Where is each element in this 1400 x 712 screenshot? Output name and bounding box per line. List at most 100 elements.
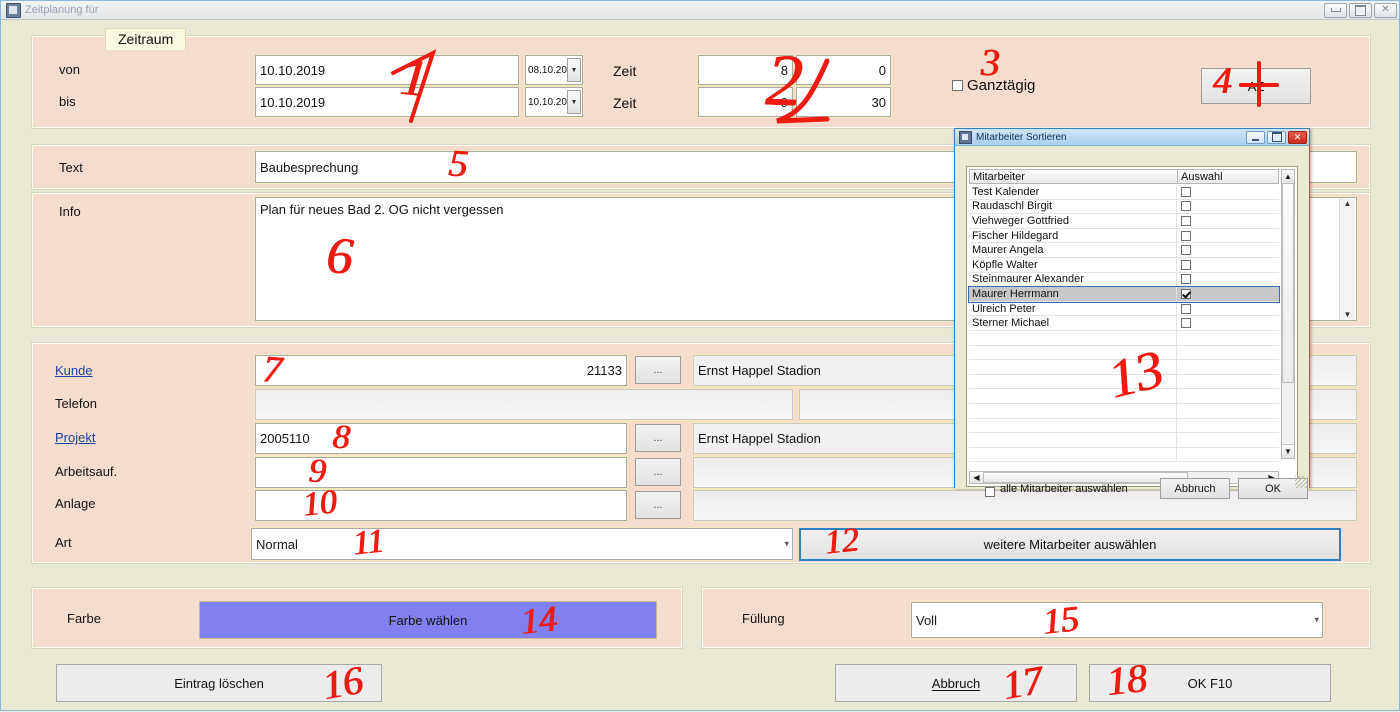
projekt-number-input[interactable]: 2005110 bbox=[254, 422, 628, 455]
projekt-browse-button[interactable]: ... bbox=[635, 424, 681, 452]
anlage-input[interactable] bbox=[254, 489, 628, 522]
scroll-left-icon[interactable]: ◀ bbox=[970, 472, 983, 483]
table-row[interactable]: Viehweger Gottfried bbox=[969, 214, 1279, 229]
link-projekt[interactable]: Projekt bbox=[55, 430, 95, 445]
chevron-down-icon[interactable]: ▼ bbox=[567, 58, 581, 82]
table-row-empty[interactable] bbox=[969, 374, 1279, 390]
vscroll-thumb[interactable] bbox=[1282, 183, 1294, 383]
delete-entry-button[interactable]: Eintrag löschen bbox=[56, 664, 382, 702]
table-row-empty[interactable] bbox=[969, 447, 1279, 463]
date-to-picker[interactable]: 10.10.201 ▼ bbox=[524, 86, 584, 118]
table-row-empty[interactable] bbox=[969, 433, 1279, 448]
farbe-waehlen-button[interactable]: Farbe wählen bbox=[199, 601, 657, 639]
employee-auswahl-cell[interactable] bbox=[1177, 214, 1279, 228]
dialog-maximize-button[interactable] bbox=[1267, 130, 1286, 144]
employee-name: Raudaschl Birgit bbox=[969, 199, 1177, 214]
chevron-down-icon[interactable]: ▾ bbox=[784, 539, 789, 550]
table-row[interactable]: Maurer Angela bbox=[969, 243, 1279, 258]
employee-checkbox[interactable] bbox=[1181, 201, 1191, 212]
time-from-minute-input[interactable]: 0 bbox=[795, 54, 892, 86]
employee-name: Fischer Hildegard bbox=[969, 228, 1177, 243]
time-to-minute-input[interactable]: 30 bbox=[795, 86, 892, 118]
scroll-down-icon[interactable]: ▼ bbox=[1344, 310, 1352, 319]
table-row[interactable]: Ulreich Peter bbox=[969, 301, 1279, 317]
arbeitsauf-input[interactable] bbox=[254, 456, 628, 489]
employee-auswahl-cell[interactable] bbox=[1177, 229, 1279, 243]
more-employees-button[interactable]: weitere Mitarbeiter auswählen bbox=[799, 528, 1341, 561]
kunde-number-input[interactable]: 21133 bbox=[254, 354, 628, 387]
label-von: von bbox=[59, 62, 80, 77]
table-row[interactable]: Test Kalender bbox=[969, 185, 1279, 200]
fuellung-select[interactable]: Voll ▾ bbox=[910, 601, 1324, 639]
arbeitsauf-browse-button[interactable]: ... bbox=[635, 458, 681, 486]
scroll-up-icon[interactable]: ▲ bbox=[1282, 170, 1294, 184]
hscroll-thumb[interactable] bbox=[983, 472, 1188, 483]
employee-name: Viehweger Gottfried bbox=[969, 214, 1177, 228]
table-row[interactable]: Steinmaurer Alexander bbox=[969, 272, 1279, 288]
info-textarea-scrollbar[interactable]: ▲ ▼ bbox=[1339, 198, 1355, 320]
dialog-close-button[interactable]: ✕ bbox=[1288, 130, 1307, 144]
label-text: Text bbox=[59, 160, 83, 175]
employee-auswahl-cell[interactable] bbox=[1177, 243, 1279, 257]
date-to-input[interactable]: 10.10.2019 bbox=[254, 86, 520, 118]
dialog-icon bbox=[959, 130, 972, 144]
application-window: Zeitplanung für ✕ Zeitraum von 10.10.201… bbox=[0, 0, 1400, 711]
link-kunde[interactable]: Kunde bbox=[55, 363, 93, 378]
employee-checkbox[interactable] bbox=[1181, 303, 1191, 314]
anlage-browse-button[interactable]: ... bbox=[635, 491, 681, 519]
column-header-auswahl[interactable]: Auswahl bbox=[1178, 170, 1278, 183]
chevron-down-icon[interactable]: ▾ bbox=[1314, 615, 1319, 626]
table-row[interactable]: Raudaschl Birgit bbox=[969, 199, 1279, 215]
art-select-value: Normal bbox=[256, 536, 298, 552]
allday-checkbox[interactable] bbox=[952, 80, 963, 91]
select-all-checkbox[interactable] bbox=[985, 487, 995, 497]
employee-checkbox[interactable] bbox=[1181, 259, 1191, 270]
employee-checkbox[interactable] bbox=[1181, 215, 1191, 226]
cancel-button[interactable]: Abbruch bbox=[835, 664, 1077, 702]
kunde-browse-button[interactable]: ... bbox=[635, 356, 681, 384]
table-row[interactable]: Fischer Hildegard bbox=[969, 228, 1279, 244]
scroll-down-icon[interactable]: ▼ bbox=[1282, 444, 1294, 458]
employee-auswahl-cell[interactable] bbox=[1177, 287, 1279, 301]
minimize-button[interactable] bbox=[1324, 2, 1347, 18]
chevron-down-icon[interactable]: ▼ bbox=[567, 90, 581, 114]
date-from-picker[interactable]: 08.10.201 ▼ bbox=[524, 54, 584, 86]
employee-auswahl-cell[interactable] bbox=[1177, 316, 1279, 330]
employee-grid-header: Mitarbeiter Auswahl bbox=[969, 169, 1279, 184]
art-select[interactable]: Normal ▾ bbox=[250, 527, 794, 561]
employee-auswahl-cell[interactable] bbox=[1177, 200, 1279, 214]
close-button[interactable]: ✕ bbox=[1374, 2, 1397, 18]
table-row-empty[interactable] bbox=[969, 389, 1279, 404]
table-row-empty[interactable] bbox=[969, 360, 1279, 375]
az-button[interactable]: AZ bbox=[1201, 68, 1311, 104]
allday-label: Ganztägig bbox=[967, 77, 1036, 94]
dialog-resize-grip[interactable] bbox=[1295, 476, 1307, 488]
maximize-button[interactable] bbox=[1349, 2, 1372, 18]
table-row-empty[interactable] bbox=[969, 345, 1279, 361]
employee-grid-vscrollbar[interactable]: ▲ ▼ bbox=[1281, 169, 1295, 459]
employee-auswahl-cell[interactable] bbox=[1177, 258, 1279, 272]
ok-button[interactable]: OK F10 bbox=[1089, 664, 1331, 702]
table-row-empty[interactable] bbox=[969, 418, 1279, 434]
employee-checkbox[interactable] bbox=[1181, 186, 1191, 197]
column-header-mitarbeiter[interactable]: Mitarbeiter bbox=[970, 170, 1178, 183]
table-row[interactable]: Sterner Michael bbox=[969, 316, 1279, 331]
time-from-hour-input[interactable]: 8 bbox=[697, 54, 794, 86]
date-from-input[interactable]: 10.10.2019 bbox=[254, 54, 520, 86]
employee-auswahl-cell[interactable] bbox=[1177, 273, 1279, 287]
employee-auswahl-cell[interactable] bbox=[1177, 185, 1279, 199]
employee-checkbox[interactable] bbox=[1181, 245, 1191, 256]
employee-checkbox[interactable] bbox=[1181, 274, 1191, 285]
table-row[interactable]: Köpfle Walter bbox=[969, 258, 1279, 273]
employee-checkbox[interactable] bbox=[1181, 318, 1191, 329]
table-row-empty[interactable] bbox=[969, 404, 1279, 419]
dialog-minimize-button[interactable] bbox=[1246, 130, 1265, 144]
table-row-empty[interactable] bbox=[969, 331, 1279, 346]
time-to-hour-input[interactable]: 9 bbox=[697, 86, 794, 118]
dialog-cancel-button[interactable]: Abbruch bbox=[1160, 478, 1230, 499]
table-row-selected[interactable]: Maurer Herrmann bbox=[968, 286, 1280, 303]
scroll-up-icon[interactable]: ▲ bbox=[1344, 199, 1352, 208]
employee-checkbox-checked[interactable] bbox=[1181, 288, 1191, 299]
employee-checkbox[interactable] bbox=[1181, 230, 1191, 241]
employee-auswahl-cell[interactable] bbox=[1177, 302, 1279, 316]
